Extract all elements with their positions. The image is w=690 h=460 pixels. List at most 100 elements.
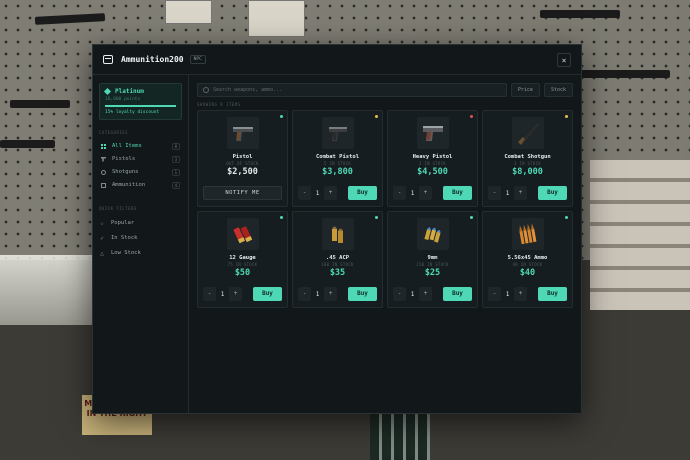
item-stock: 90 IN STOCK [512, 262, 543, 267]
status-dot [280, 115, 283, 118]
sort-stock-button[interactable]: Stock [543, 83, 573, 97]
filter-label: In Stock [111, 235, 138, 241]
item-stock: 5 IN STOCK [323, 161, 352, 166]
buy-button[interactable]: Buy [443, 287, 472, 301]
warning-icon: △ [100, 249, 104, 257]
combat-pistol-icon [321, 117, 354, 149]
status-dot [565, 216, 568, 219]
buy-button[interactable]: Buy [443, 186, 472, 200]
filter-popular[interactable]: ☆ Popular [99, 216, 182, 231]
sidebar: Platinum 10,000 points 15% loyalty disco… [93, 75, 189, 413]
category-label: Shotguns [112, 169, 139, 175]
increase-qty-button[interactable]: + [419, 287, 432, 301]
filter-label: Popular [111, 220, 135, 226]
window-title: Ammunition200 [121, 55, 184, 64]
item-name: 5.56x45 Ammo [507, 255, 548, 261]
buy-button[interactable]: Buy [538, 287, 567, 301]
wall-rifle [0, 140, 55, 148]
item-price: $25 [424, 268, 441, 278]
shop-window: Ammunition200 NPC × Platinum 10,000 poin… [92, 44, 582, 414]
increase-qty-button[interactable]: + [419, 186, 432, 200]
qty-value: 1 [410, 290, 415, 298]
increase-qty-button[interactable]: + [514, 287, 527, 301]
status-dot [375, 115, 378, 118]
decrease-qty-button[interactable]: - [393, 287, 406, 301]
filter-label: Low Stock [111, 250, 141, 256]
item-count-heading: SHOWING 8 ITEMS [197, 102, 241, 107]
item-price: $4,500 [417, 167, 448, 177]
item-stock: 150 IN STOCK [416, 262, 449, 267]
item-price: $35 [329, 268, 346, 278]
star-icon: ☆ [100, 219, 104, 227]
buy-button[interactable]: Buy [538, 186, 567, 200]
item-card-5-56x45-ammo: 5.56x45 Ammo 90 IN STOCK $40 - 1 + Buy [482, 211, 573, 308]
increase-qty-button[interactable]: + [324, 186, 337, 200]
decrease-qty-button[interactable]: - [488, 186, 501, 200]
status-dot [470, 216, 473, 219]
item-card-combat-pistol: Combat Pistol 5 IN STOCK $3,800 - 1 + Bu… [292, 110, 383, 207]
category-pistols[interactable]: Pistols 3 [99, 153, 182, 166]
item-actions: - 1 + Buy [488, 186, 567, 200]
pistol-icon [226, 117, 259, 149]
item-name: .45 ACP [325, 255, 350, 261]
category-shotguns[interactable]: Shotguns 1 [99, 166, 182, 179]
item-card-heavy-pistol: Heavy Pistol 2 IN STOCK $4,500 - 1 + Buy [387, 110, 478, 207]
item-name: Combat Pistol [315, 154, 360, 160]
category-count: 1 [171, 168, 180, 176]
decrease-qty-button[interactable]: - [393, 186, 406, 200]
increase-qty-button[interactable]: + [324, 287, 337, 301]
window-header: Ammunition200 NPC × [93, 45, 581, 75]
decrease-qty-button[interactable]: - [203, 287, 216, 301]
item-price: $3,800 [322, 167, 353, 177]
sort-price-button[interactable]: Price [510, 83, 540, 97]
increase-qty-button[interactable]: + [514, 186, 527, 200]
item-card-combat-shotgun: Combat Shotgun 3 IN STOCK $8,000 - 1 + B… [482, 110, 573, 207]
buy-button[interactable]: Buy [348, 287, 377, 301]
heavy-pistol-icon [416, 117, 449, 149]
item-actions: - 1 + Buy [298, 287, 377, 301]
item-actions: - 1 + Buy [298, 186, 377, 200]
decrease-qty-button[interactable]: - [488, 287, 501, 301]
item-stock: 100 IN STOCK [321, 262, 354, 267]
grid-icon [101, 143, 106, 149]
filter-in-stock[interactable]: ✓ In Stock [99, 231, 182, 246]
qty-value: 1 [505, 290, 510, 298]
decrease-qty-button[interactable]: - [298, 287, 311, 301]
buy-button[interactable]: Buy [348, 186, 377, 200]
category-label: Ammunition [112, 182, 146, 188]
store-icon [103, 55, 113, 64]
loyalty-card: Platinum 10,000 points 15% loyalty disco… [99, 83, 182, 120]
buy-button[interactable]: Buy [253, 287, 282, 301]
rifle-rounds-icon [511, 218, 544, 250]
item-card-9mm: 9mm 150 IN STOCK $25 - 1 + Buy [387, 211, 478, 308]
search-input[interactable] [213, 87, 413, 93]
category-ammunition[interactable]: Ammunition 4 [99, 179, 182, 192]
9mm-rounds-icon [416, 218, 449, 250]
status-dot [470, 115, 473, 118]
categories-heading: CATEGORIES [99, 129, 129, 135]
notify-me-button[interactable]: NOTIFY ME [203, 186, 282, 200]
check-icon: ✓ [100, 234, 104, 242]
main-panel: Price Stock SHOWING 8 ITEMS Pistol OUT O… [197, 83, 573, 413]
item-name: 9mm [427, 255, 438, 261]
item-card-12-gauge: 12 Gauge 75 IN STOCK $50 - 1 + Buy [197, 211, 288, 308]
filter-low-stock[interactable]: △ Low Stock [99, 246, 182, 261]
item-stock: OUT OF STOCK [226, 161, 259, 166]
wall-sign [165, 0, 212, 24]
item-stock: 2 IN STOCK [418, 161, 447, 166]
category-label: All Items [112, 143, 142, 149]
loyalty-progress-bar [105, 105, 176, 107]
close-button[interactable]: × [557, 53, 571, 67]
item-price: $50 [234, 268, 251, 278]
category-all-items[interactable]: All Items 8 [99, 140, 182, 153]
loyalty-discount: 15% loyalty discount [105, 109, 160, 115]
item-actions: - 1 + Buy [488, 287, 567, 301]
decrease-qty-button[interactable]: - [298, 186, 311, 200]
wall-rifle [540, 10, 620, 18]
category-count: 8 [171, 142, 180, 150]
item-price: $40 [519, 268, 536, 278]
search-box[interactable] [197, 83, 507, 97]
item-card-45-acp: .45 ACP 100 IN STOCK $35 - 1 + Buy [292, 211, 383, 308]
increase-qty-button[interactable]: + [229, 287, 242, 301]
acp-rounds-icon [321, 218, 354, 250]
